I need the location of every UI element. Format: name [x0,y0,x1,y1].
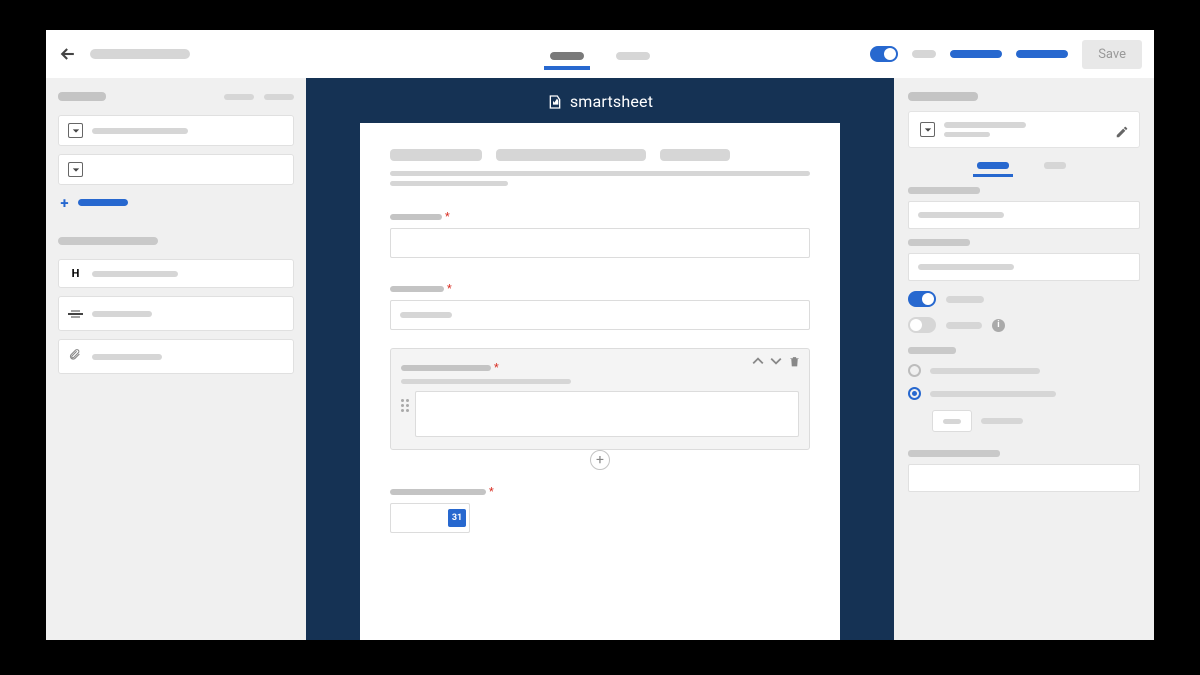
right-panel: i [894,78,1154,640]
left-header-link-1[interactable] [224,94,254,100]
move-down-icon[interactable] [770,355,782,367]
move-up-icon[interactable] [752,355,764,367]
plus-icon: + [58,196,71,209]
calendar-icon[interactable]: 31 [448,509,466,527]
required-asterisk: * [489,485,494,498]
form-desc-line-1 [390,171,810,176]
dropdown-icon [68,162,83,177]
top-bar: Save [46,30,1154,78]
field-type-card[interactable] [908,111,1140,148]
add-field-button[interactable]: + [58,193,294,219]
link-placeholder-3[interactable] [1016,50,1068,58]
form-field-2[interactable]: * [390,282,810,330]
left-panel-header [58,92,294,101]
form-field-1[interactable]: * [390,210,810,258]
form-heading-3 [660,149,730,161]
main-area: + H [46,78,1154,640]
field-actions [752,355,801,368]
field-item-dropdown-2[interactable] [58,154,294,185]
brand-name: smartsheet [570,92,653,111]
dropdown-icon [920,122,935,137]
radio-checked-icon [908,387,921,400]
form-heading-2 [496,149,646,161]
hidden-toggle[interactable] [908,317,936,333]
prop-label-1 [908,187,980,194]
left-panel: + H [46,78,306,640]
prop-input-1[interactable] [908,201,1140,229]
field-2-input[interactable] [390,300,810,330]
brand-header: smartsheet [547,78,653,123]
property-tab-1[interactable] [973,162,1013,177]
form-canvas: smartsheet * [306,78,894,640]
date-field-label [390,489,486,495]
selected-field-label [401,365,491,371]
tab-settings[interactable] [610,52,656,70]
required-asterisk: * [445,210,450,223]
header-icon: H [68,267,83,280]
prop-input-2[interactable] [908,253,1140,281]
save-button[interactable]: Save [1082,40,1142,69]
property-tabs [908,158,1140,177]
form-heading-1 [390,149,482,161]
attachment-icon [68,347,83,366]
field-item-dropdown-1[interactable] [58,115,294,146]
date-input[interactable]: 31 [390,503,470,533]
selected-field-help [401,379,571,384]
link-placeholder-2[interactable] [950,50,1002,58]
add-circle-button[interactable]: + [590,450,610,470]
prop-label-2 [908,239,970,246]
element-divider[interactable] [58,296,294,331]
form-preview: * * [360,123,840,640]
left-header-link-2[interactable] [264,94,294,100]
form-desc-line-2 [390,181,508,186]
form-elements-label [58,237,158,245]
delete-icon[interactable] [788,355,801,368]
info-icon[interactable]: i [992,319,1005,332]
tab-builder[interactable] [544,52,590,70]
validation-label [908,347,956,354]
nested-input[interactable] [932,410,972,432]
required-asterisk: * [447,282,452,295]
radio-option-2[interactable] [908,387,1140,400]
topbar-actions: Save [870,40,1142,69]
smartsheet-logo-icon [547,94,563,110]
back-arrow-icon[interactable] [58,44,78,64]
divider-icon [68,304,83,323]
form-title-placeholder [90,49,190,59]
hidden-label [946,322,982,329]
field-1-input[interactable] [390,228,810,258]
selected-field-block[interactable]: * [390,348,810,450]
prop-label-3 [908,450,1000,457]
view-tabs [544,52,656,70]
radio-unchecked-icon [908,364,921,377]
app-frame: Save [46,30,1154,640]
element-attachment[interactable] [58,339,294,374]
add-field-below: + [390,449,810,471]
link-placeholder-1 [912,50,936,58]
required-asterisk: * [494,361,499,374]
selected-field-input[interactable] [415,391,799,437]
form-field-date[interactable]: * 31 [390,485,810,533]
right-panel-title [908,92,978,101]
radio-option-1[interactable] [908,364,1140,377]
field-2-label [390,286,444,292]
preview-toggle[interactable] [870,46,898,62]
edit-icon[interactable] [1115,124,1129,143]
drag-handle-icon[interactable] [401,399,409,412]
field-1-label [390,214,442,220]
dropdown-icon [68,123,83,138]
prop-input-3[interactable] [908,464,1140,492]
field-2-placeholder [400,312,452,318]
required-label [946,296,984,303]
element-header[interactable]: H [58,259,294,288]
nested-option [932,410,1140,432]
property-tab-2[interactable] [1035,162,1075,177]
required-toggle[interactable] [908,291,936,307]
